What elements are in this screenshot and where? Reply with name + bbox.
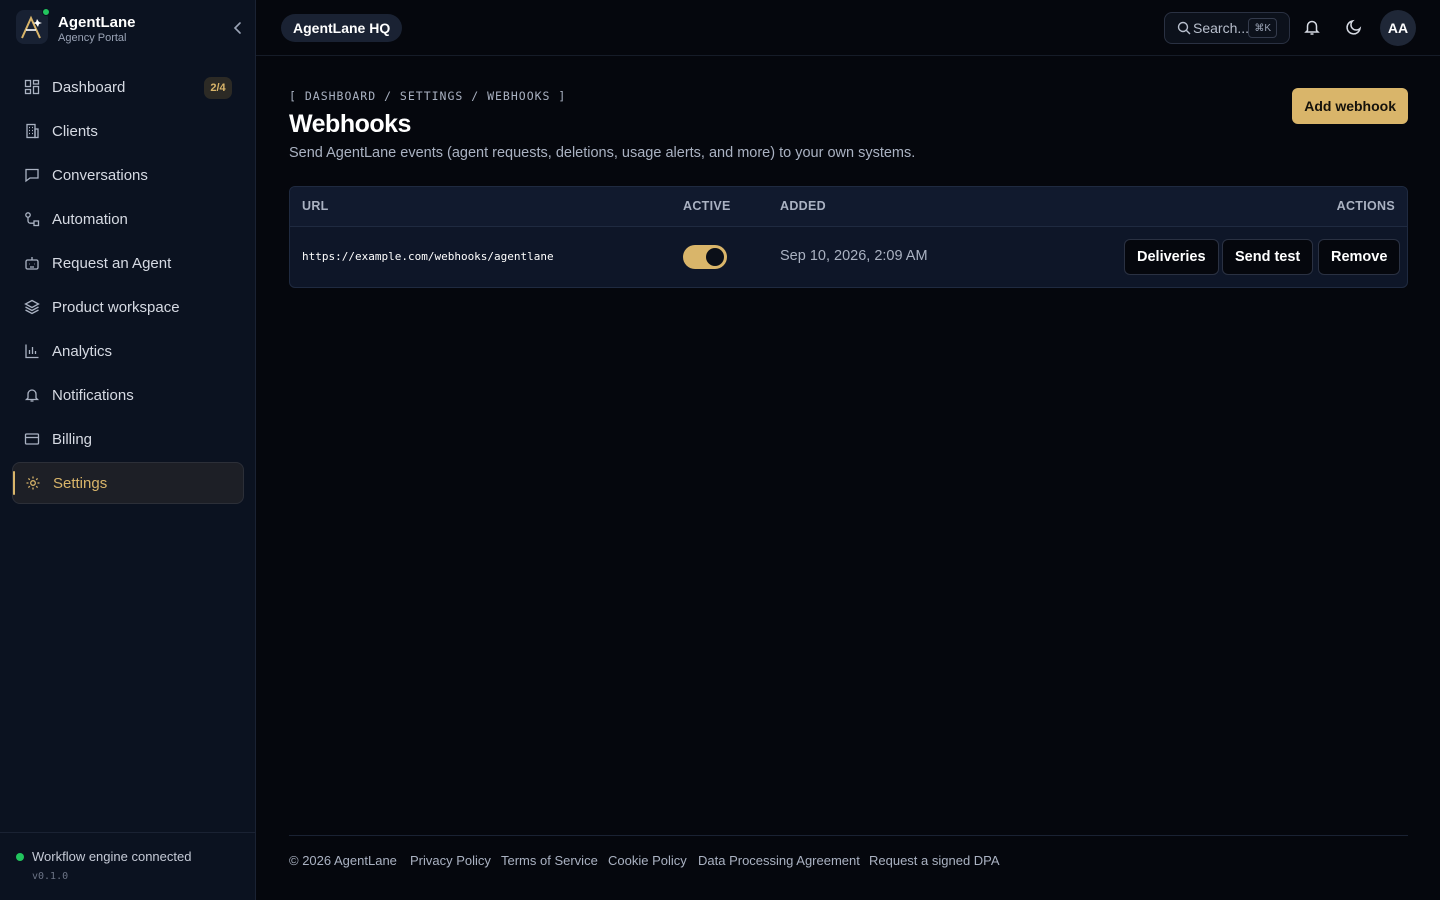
footer-link-request-dpa[interactable]: Request a signed DPA [869, 853, 1000, 868]
app-version: v0.1.0 [32, 871, 69, 882]
sidebar-item-label: Product workspace [52, 298, 180, 316]
remove-button[interactable]: Remove [1318, 239, 1401, 275]
collapse-sidebar-icon[interactable] [228, 18, 248, 38]
sidebar-item-label: Request an Agent [52, 254, 172, 272]
footer-copyright: © 2026 AgentLane [289, 853, 397, 868]
workspace-chip[interactable]: AgentLane HQ [281, 14, 403, 42]
footer-link-terms[interactable]: Terms of Service [501, 853, 598, 868]
notifications-bell-icon[interactable] [1303, 18, 1321, 36]
sidebar-item-conversations[interactable]: Conversations [12, 154, 244, 196]
sidebar-item-analytics[interactable]: Analytics [12, 330, 244, 372]
page-footer: © 2026 AgentLane Privacy Policy Terms of… [289, 835, 1408, 885]
brand-status-dot [42, 8, 50, 16]
page-title: Webhooks [289, 110, 411, 138]
sidebar-item-label: Automation [52, 210, 128, 228]
bell-icon [24, 387, 40, 403]
chat-bubble-icon [24, 167, 40, 183]
search-input[interactable]: Search... ⌘K [1164, 12, 1290, 44]
robot-icon [24, 255, 40, 271]
search-shortcut: ⌘K [1248, 18, 1277, 38]
table-row: https://example.com/webhooks/agentlane S… [290, 227, 1407, 287]
sidebar: AgentLane Agency Portal Dashboard 2/4 Cl… [0, 0, 256, 900]
sidebar-item-label: Notifications [52, 386, 134, 404]
sidebar-item-label: Clients [52, 122, 98, 140]
sidebar-item-automation[interactable]: Automation [12, 198, 244, 240]
add-webhook-button[interactable]: Add webhook [1292, 88, 1408, 124]
theme-moon-icon[interactable] [1345, 18, 1363, 36]
webhook-url: https://example.com/webhooks/agentlane [302, 250, 554, 263]
table-header: URL ACTIVE ADDED ACTIONS [290, 187, 1407, 227]
column-header-actions: ACTIONS [1336, 199, 1395, 213]
footer-link-privacy[interactable]: Privacy Policy [410, 853, 491, 868]
gear-icon [25, 475, 41, 491]
sidebar-item-label: Analytics [52, 342, 113, 360]
user-avatar[interactable]: AA [1380, 10, 1416, 46]
toggle-knob [706, 248, 724, 266]
sidebar-nav: Dashboard 2/4 Clients Conversations Auto… [12, 66, 244, 506]
connection-status-text: Workflow engine connected [32, 849, 192, 864]
dashboard-progress-badge: 2/4 [204, 77, 232, 99]
webhooks-table: URL ACTIVE ADDED ACTIONS https://example… [289, 186, 1408, 288]
page-description: Send AgentLane events (agent requests, d… [289, 145, 916, 161]
brand[interactable]: AgentLane Agency Portal [16, 8, 241, 46]
webhook-active-toggle[interactable] [683, 245, 727, 269]
top-bar: AgentLane HQ Search... ⌘K AA [256, 0, 1440, 56]
deliveries-button[interactable]: Deliveries [1124, 239, 1219, 275]
sidebar-item-request-agent[interactable]: Request an Agent [12, 242, 244, 284]
search-icon [1177, 21, 1191, 35]
sidebar-item-settings[interactable]: Settings [12, 462, 244, 504]
footer-link-cookie[interactable]: Cookie Policy [608, 853, 687, 868]
connection-status-dot [16, 853, 24, 861]
sidebar-item-label: Conversations [52, 166, 148, 184]
sidebar-item-label: Billing [52, 430, 93, 448]
sidebar-item-label: Dashboard [52, 78, 126, 96]
search-placeholder: Search... [1193, 20, 1250, 36]
sidebar-footer: Workflow engine connected v0.1.0 [0, 832, 256, 900]
workflow-icon [24, 211, 40, 227]
dashboard-icon [24, 79, 40, 95]
sidebar-item-billing[interactable]: Billing [12, 418, 244, 460]
send-test-button[interactable]: Send test [1222, 239, 1314, 275]
sidebar-item-product-workspace[interactable]: Product workspace [12, 286, 244, 328]
brand-name: AgentLane [58, 14, 136, 31]
sidebar-item-dashboard[interactable]: Dashboard 2/4 [12, 66, 244, 108]
webhook-added-date: Sep 10, 2026, 2:09 AM [780, 248, 928, 264]
layers-icon [24, 299, 40, 315]
building-icon [24, 123, 40, 139]
column-header-active: ACTIVE [683, 199, 731, 213]
brand-subtitle: Agency Portal [58, 32, 127, 44]
sidebar-item-notifications[interactable]: Notifications [12, 374, 244, 416]
column-header-url: URL [302, 199, 329, 213]
sidebar-item-clients[interactable]: Clients [12, 110, 244, 152]
credit-card-icon [24, 431, 40, 447]
breadcrumb: [ DASHBOARD / SETTINGS / WEBHOOKS ] [289, 89, 567, 103]
brand-logo-icon [16, 8, 50, 44]
bar-chart-icon [24, 343, 40, 359]
footer-link-dpa[interactable]: Data Processing Agreement [698, 853, 860, 868]
column-header-added: ADDED [780, 199, 826, 213]
sidebar-item-label: Settings [53, 474, 108, 492]
